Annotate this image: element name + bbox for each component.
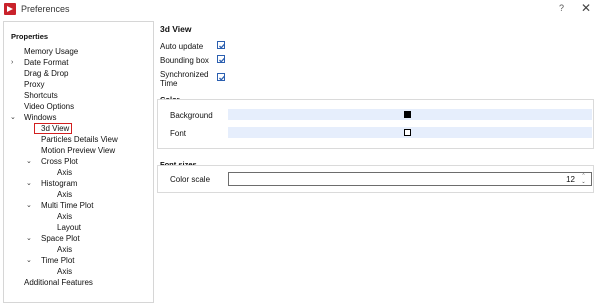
tree-item-drag-drop[interactable]: Drag & Drop	[24, 68, 68, 79]
title-bar: Preferences ? ✕	[0, 0, 600, 18]
synchronized-time-checkbox[interactable]	[217, 73, 226, 81]
tree-item-time-plot-axis[interactable]: Axis	[57, 266, 72, 277]
synchronized-time-label-line2: Time	[160, 79, 178, 88]
font-color-swatch	[404, 129, 411, 136]
help-button[interactable]: ?	[559, 3, 564, 13]
auto-update-checkbox[interactable]	[217, 41, 226, 49]
tree-item-time-plot[interactable]: Time Plot	[41, 255, 75, 266]
tree-item-cross-plot-axis[interactable]: Axis	[57, 167, 72, 178]
background-color-swatch	[404, 111, 411, 118]
chevron-down-icon[interactable]: ⌄	[26, 200, 32, 211]
tree-item-proxy[interactable]: Proxy	[24, 79, 44, 90]
font-color-label: Font	[170, 129, 187, 138]
tree-item-shortcuts[interactable]: Shortcuts	[24, 90, 58, 101]
close-button[interactable]: ✕	[581, 1, 591, 15]
tree-item-motion-preview-view[interactable]: Motion Preview View	[41, 145, 115, 156]
tree-item-windows[interactable]: Windows	[24, 112, 56, 123]
background-color-label: Background	[170, 111, 213, 120]
tree-item-video-options[interactable]: Video Options	[24, 101, 74, 112]
bounding-box-label: Bounding box	[160, 56, 209, 65]
window-title: Preferences	[21, 4, 70, 14]
tree-item-3d-view[interactable]: 3d View	[41, 123, 69, 134]
synchronized-time-label: Synchronized	[160, 70, 209, 79]
properties-header: Properties	[11, 32, 49, 41]
auto-update-label: Auto update	[160, 42, 204, 51]
chevron-down-icon[interactable]: ⌄	[26, 178, 32, 189]
chevron-right-icon[interactable]: ›	[11, 57, 13, 68]
spin-arrows: ⌃ ⌄	[579, 173, 588, 185]
chevron-down-icon[interactable]: ⌄	[26, 255, 32, 266]
background-color-field[interactable]	[228, 109, 592, 120]
tree-item-multi-time-plot[interactable]: Multi Time Plot	[41, 200, 93, 211]
checkmark-icon	[219, 57, 226, 63]
tree-item-histogram-axis[interactable]: Axis	[57, 189, 72, 200]
bounding-box-checkbox[interactable]	[217, 55, 226, 63]
color-scale-label: Color scale	[170, 175, 211, 184]
chevron-down-icon[interactable]: ⌄	[26, 233, 32, 244]
tree-item-multi-time-plot-axis[interactable]: Axis	[57, 211, 72, 222]
spin-down-icon[interactable]: ⌄	[579, 179, 588, 185]
color-scale-value: 12	[566, 175, 575, 184]
color-group-box	[157, 99, 594, 149]
color-scale-spinbox[interactable]: 12 ⌃ ⌄	[228, 172, 592, 186]
checkmark-icon	[219, 75, 226, 81]
section-title: 3d View	[160, 24, 192, 34]
app-logo-icon	[4, 3, 16, 15]
font-color-field[interactable]	[228, 127, 592, 138]
tree-item-histogram[interactable]: Histogram	[41, 178, 77, 189]
tree-item-additional-features[interactable]: Additional Features	[24, 277, 93, 288]
chevron-down-icon[interactable]: ⌄	[10, 112, 16, 123]
tree-item-memory-usage[interactable]: Memory Usage	[24, 46, 78, 57]
tree-item-multi-time-plot-layout[interactable]: Layout	[57, 222, 81, 233]
checkmark-icon	[219, 43, 226, 49]
tree-item-cross-plot[interactable]: Cross Plot	[41, 156, 78, 167]
tree-item-particles-details-view[interactable]: Particles Details View	[41, 134, 118, 145]
tree-item-date-format[interactable]: Date Format	[24, 57, 68, 68]
tree-item-space-plot-axis[interactable]: Axis	[57, 244, 72, 255]
chevron-down-icon[interactable]: ⌄	[26, 156, 32, 167]
tree-item-space-plot[interactable]: Space Plot	[41, 233, 80, 244]
